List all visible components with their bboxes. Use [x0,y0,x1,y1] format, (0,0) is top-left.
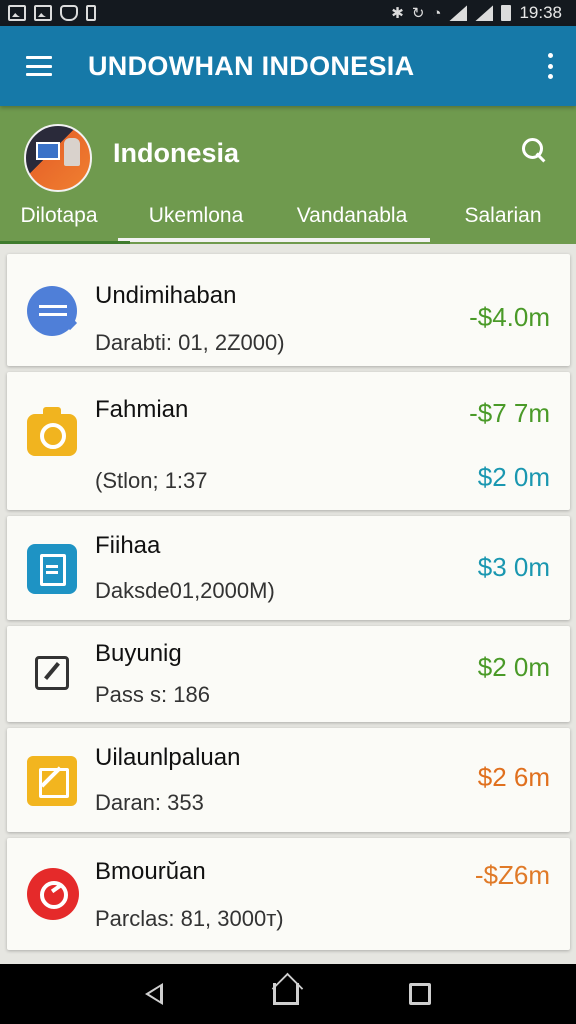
image-icon [34,5,52,21]
app-title: UNDOWHAN INDONESIA [88,50,415,81]
note-icon [27,756,77,806]
status-left-icons [8,5,96,21]
item-amount: -$Z6m [474,860,550,890]
status-right-icons: ✱ ↻ ◔ 19:38 [391,3,562,23]
list-item[interactable]: Fahmian (Stlon; 1:37 -$7 7m $2 0m [7,372,570,510]
status-time: 19:38 [519,3,562,22]
menu-icon[interactable] [26,56,52,76]
tab-label: Vandanabla [296,204,408,227]
tab-label: Ukemlona [148,204,244,227]
clipboard-icon [27,544,77,594]
tab-ukemlona[interactable]: Ukemlona [118,188,274,244]
status-bar: ✱ ↻ ◔ 19:38 [0,0,576,26]
item-title: Uilaunlpaluan [95,744,241,771]
search-icon[interactable] [522,138,548,164]
tab-indicator [274,238,430,242]
tab-label: Dilotapa [20,204,98,227]
tab-dilotapa[interactable]: Dilotapa [0,188,118,244]
item-list: Undimihaban Darabti: 01, 2Z000) -$4.0m F… [0,244,576,964]
item-title: Bmourŭan [95,858,206,885]
item-title: Fahmian [95,396,189,423]
list-item[interactable]: Buyunig Pass s: 186 $2 0m [7,626,570,722]
edit-icon [35,656,69,690]
bluetooth-icon: ✱ [391,5,404,22]
image-icon [8,5,26,21]
battery-icon [501,5,512,21]
item-title: Fiihaa [95,532,161,559]
recents-icon[interactable] [409,983,431,1005]
tab-bar: Dilotapa Ukemlona Vandanabla Salarian [0,188,576,244]
item-amount: $2 6m [477,762,550,792]
list-item[interactable]: Fiihaa Daksde01,2000M) $3 0m [7,516,570,620]
tab-salarian[interactable]: Salarian [430,188,576,244]
signal-icon [475,5,494,21]
avatar[interactable] [24,124,92,192]
navigation-bar [0,964,576,1024]
section-header: Indonesia Dilotapa Ukemlona Vandanabla S… [0,106,576,244]
item-amount: -$7 7m [469,398,550,428]
app-bar: UNDOWHAN INDONESIA [0,26,576,106]
item-subtitle: Darabti: 01, 2Z000) [95,330,285,355]
item-subtitle: Pass s: 186 [95,682,210,707]
item-amount: -$4.0m [469,302,550,332]
section-title: Indonesia [113,138,240,168]
tab-label: Salarian [464,204,542,227]
item-amount-secondary: $2 0m [477,462,550,492]
item-title: Buyunig [95,640,182,667]
item-subtitle: Parclas: 81, 3000т) [95,906,284,931]
wifi-icon: ◔ [432,4,442,22]
camera-icon [27,407,77,456]
list-item[interactable]: Bmourŭan Parclas: 81, 3000т) -$Z6m [7,838,570,950]
item-subtitle: (Stlon; 1:37 [95,468,208,493]
item-amount: $2 0m [477,652,550,682]
signal-icon [449,5,468,21]
battery-saver-icon [86,5,96,21]
home-icon[interactable] [273,983,299,1005]
list-item[interactable]: Undimihaban Darabti: 01, 2Z000) -$4.0m [7,254,570,366]
tab-vandanabla[interactable]: Vandanabla [274,188,430,244]
list-item[interactable]: Uilaunlpaluan Daran: 353 $2 6m [7,728,570,832]
back-icon[interactable] [145,983,163,1005]
item-subtitle: Daksde01,2000M) [95,578,275,603]
target-icon [27,868,79,920]
chat-icon [27,286,77,336]
alarm-icon [60,5,78,21]
item-subtitle: Daran: 353 [95,790,204,815]
item-amount: $3 0m [477,552,550,582]
more-vert-icon[interactable] [546,53,554,79]
tab-indicator [118,238,274,242]
sync-icon: ↻ [411,5,425,22]
item-title: Undimihaban [95,282,237,309]
